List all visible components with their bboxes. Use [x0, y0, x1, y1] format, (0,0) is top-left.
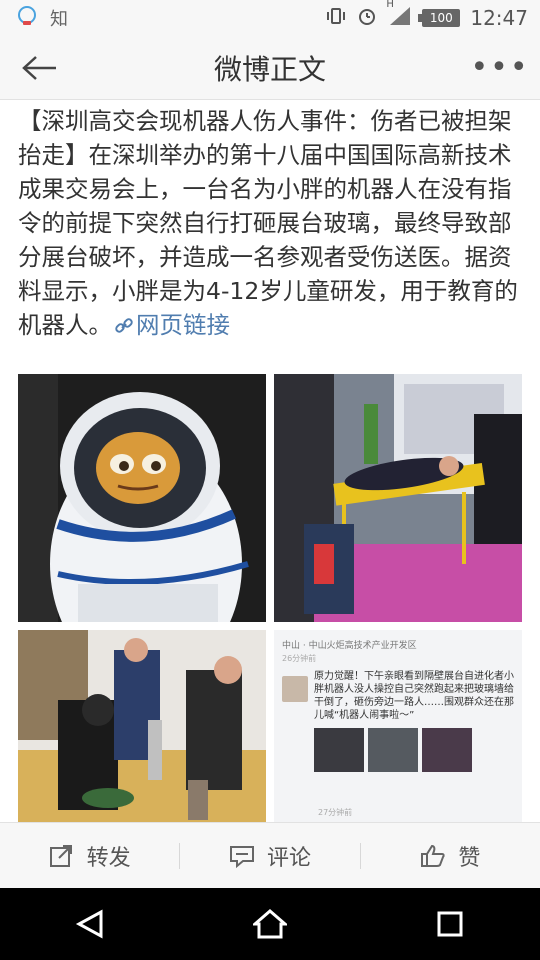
post-image-screenshot[interactable]: 中山 · 中山火炬高技术产业开发区 26分钟前 原力觉醒！下午亲眼看到隔壁展台自…: [274, 630, 522, 822]
alarm-icon: [356, 5, 378, 32]
post-image-robot[interactable]: [18, 374, 266, 622]
card-source: 中山 · 中山火炬高技术产业开发区: [282, 641, 417, 651]
card-thumb-3: [422, 728, 472, 772]
page-title: 微博正文: [213, 52, 326, 86]
web-link-label: 网页链接: [136, 311, 230, 339]
post-text: 【深圳高交会现机器人伤人事件：伤者已被担架抬走】在深圳举办的第十八届中国国际高新…: [18, 107, 518, 339]
like-label: 赞: [458, 845, 481, 871]
card-time-bottom: 27分钟前: [318, 808, 353, 817]
card-thumb-1: [314, 728, 364, 772]
battery-icon: 100: [418, 9, 461, 27]
link-icon: [115, 318, 133, 333]
comment-icon: [229, 845, 254, 868]
card-avatar: [282, 676, 308, 702]
card-thumb-2: [368, 728, 418, 772]
signal-icon: H: [386, 0, 412, 32]
app-notification-icon: 知: [50, 9, 68, 30]
system-home-button[interactable]: [230, 888, 310, 960]
web-link[interactable]: 网页链接: [112, 311, 230, 339]
status-bar: 知 H 100 12:47: [0, 0, 540, 36]
post-content: 【深圳高交会现机器人伤人事件：伤者已被担架抬走】在深圳举办的第十八届中国国际高新…: [0, 100, 540, 822]
assistant-icon: [16, 5, 38, 31]
comment-button[interactable]: 评论: [180, 823, 359, 889]
card-thumbnails: [274, 722, 522, 772]
post-image-broken-glass[interactable]: [18, 630, 266, 822]
vibrate-icon: [326, 6, 346, 31]
clock: 12:47: [470, 6, 528, 30]
system-recents-button[interactable]: [410, 888, 490, 960]
system-nav-bar: [0, 888, 540, 960]
thumbs-up-icon: [421, 844, 445, 867]
comment-label: 评论: [266, 845, 311, 871]
more-options-button[interactable]: •••: [460, 36, 540, 100]
action-bar: 转发 评论 赞: [0, 822, 540, 888]
triangle-back-icon: [75, 909, 103, 939]
system-back-button[interactable]: [50, 888, 130, 960]
repost-label: 转发: [86, 845, 131, 871]
back-button[interactable]: [0, 36, 80, 100]
like-button[interactable]: 赞: [361, 823, 540, 889]
image-grid: 中山 · 中山火炬高技术产业开发区 26分钟前 原力觉醒！下午亲眼看到隔壁展台自…: [18, 374, 522, 822]
post-body: 【深圳高交会现机器人伤人事件：伤者已被担架抬走】在深圳举办的第十八届中国国际高新…: [0, 100, 540, 342]
square-recents-icon: [437, 911, 463, 937]
card-body: 原力觉醒！下午亲眼看到隔壁展台自进化者小胖机器人没人操控自己突然跑起来把玻璃墙给…: [314, 671, 514, 721]
home-icon: [253, 909, 287, 939]
card-time-top: 26分钟前: [282, 654, 317, 663]
post-image-stretcher[interactable]: [274, 374, 522, 622]
repost-button[interactable]: 转发: [0, 823, 179, 889]
nav-bar: 微博正文 •••: [0, 36, 540, 100]
repost-icon: [49, 844, 72, 867]
back-arrow-icon: [22, 55, 56, 80]
